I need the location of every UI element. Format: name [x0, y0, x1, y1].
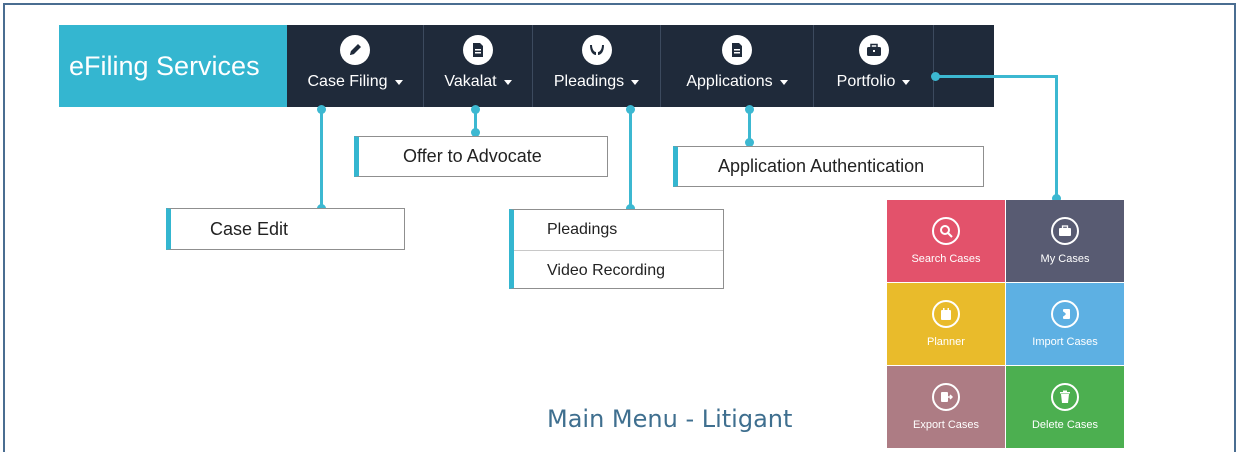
chevron-down-icon [779, 79, 788, 85]
dropdown-case-filing: Case Edit [166, 208, 405, 250]
pencil-icon [340, 35, 370, 65]
file-icon [722, 35, 752, 65]
tile-search-cases-label: Search Cases [911, 253, 981, 265]
tile-export-cases[interactable]: Export Cases [887, 366, 1005, 448]
chevron-down-icon [394, 79, 403, 85]
nav-case-filing-label: Case Filing [307, 73, 388, 90]
brand-logo[interactable]: eFiling Services [59, 25, 287, 107]
figure-caption: Main Menu - Litigant [547, 405, 793, 433]
nav-case-filing[interactable]: Case Filing [287, 25, 424, 107]
nav-pleadings[interactable]: Pleadings [533, 25, 661, 107]
nav-applications-label: Applications [686, 73, 773, 90]
export-icon [932, 383, 960, 411]
connector-line [320, 109, 323, 210]
nav-portfolio-label: Portfolio [836, 73, 896, 90]
hands-icon [581, 35, 612, 65]
tile-import-cases[interactable]: Import Cases [1006, 283, 1124, 365]
tile-search-cases[interactable]: Search Cases [887, 200, 1005, 282]
chevron-down-icon [503, 79, 512, 85]
search-icon [932, 217, 960, 245]
dropdown-applications: Application Authentication [673, 146, 984, 187]
nav-applications[interactable]: Applications [661, 25, 814, 107]
dropdown-pleadings: Pleadings Video Recording [509, 209, 724, 289]
calendar-icon [932, 300, 960, 328]
dropdown-vakalat: Offer to Advocate [354, 136, 608, 177]
nav-pleadings-label: Pleadings [553, 73, 625, 90]
menu-item-case-edit[interactable]: Case Edit [210, 219, 288, 240]
document-icon [463, 35, 493, 65]
menu-item-video-recording[interactable]: Video Recording [514, 250, 723, 290]
import-icon [1051, 300, 1079, 328]
briefcase-icon [1051, 217, 1079, 245]
trash-icon [1051, 383, 1079, 411]
nav-vakalat-label: Vakalat [444, 73, 497, 90]
tile-delete-cases-label: Delete Cases [1031, 419, 1099, 431]
brand-label: eFiling Services [69, 50, 260, 81]
tile-my-cases-label: My Cases [1040, 253, 1090, 265]
connector-line [935, 75, 1058, 78]
tile-delete-cases[interactable]: Delete Cases [1006, 366, 1124, 448]
tile-import-cases-label: Import Cases [1032, 336, 1098, 348]
menu-item-offer-to-advocate[interactable]: Offer to Advocate [403, 146, 542, 167]
tile-my-cases[interactable]: My Cases [1006, 200, 1124, 282]
nav-portfolio[interactable]: Portfolio [814, 25, 934, 107]
connector-line [629, 109, 632, 208]
portfolio-tiles: Search Cases My Cases Planner Import Cas… [887, 200, 1124, 449]
top-navbar: eFiling Services Case Filing Vakalat Ple… [59, 25, 994, 107]
briefcase-icon [858, 35, 889, 65]
menu-item-pleadings-label: Pleadings [547, 221, 618, 238]
chevron-down-icon [631, 79, 640, 85]
menu-item-pleadings[interactable]: Pleadings [514, 210, 723, 250]
chevron-down-icon [902, 79, 911, 85]
menu-item-video-recording-label: Video Recording [547, 261, 666, 279]
connector-line [1055, 75, 1058, 198]
tile-export-cases-label: Export Cases [912, 419, 980, 431]
nav-vakalat[interactable]: Vakalat [424, 25, 533, 107]
tile-planner[interactable]: Planner [887, 283, 1005, 365]
menu-item-application-authentication[interactable]: Application Authentication [718, 156, 924, 177]
tile-planner-label: Planner [927, 336, 965, 348]
